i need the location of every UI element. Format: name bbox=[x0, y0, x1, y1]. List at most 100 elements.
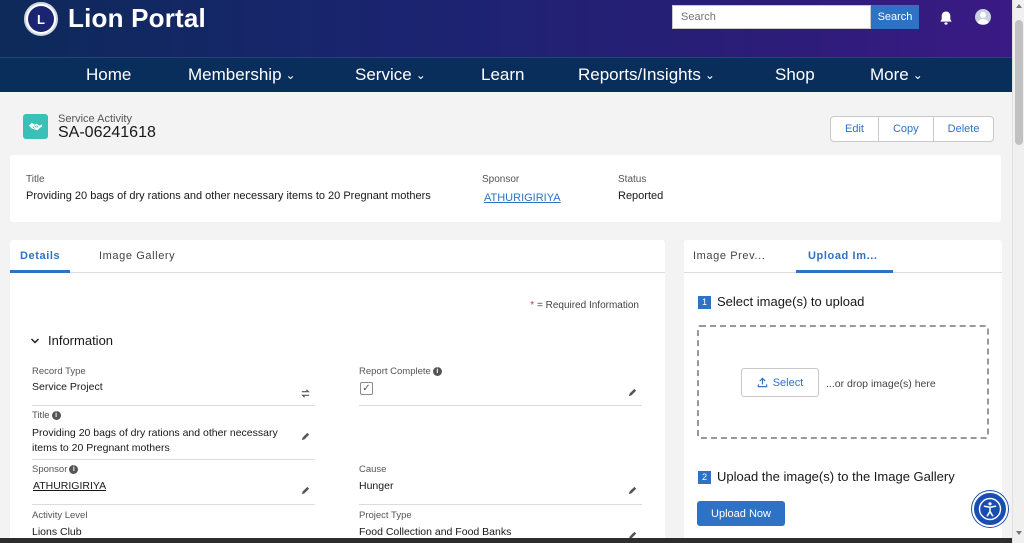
copy-button[interactable]: Copy bbox=[879, 117, 934, 141]
tab-image-gallery[interactable]: Image Gallery bbox=[99, 250, 175, 262]
highlights-panel: Title Providing 20 bags of dry rations a… bbox=[10, 155, 1001, 222]
search-input[interactable] bbox=[672, 5, 871, 29]
sponsor-label: Sponsor i bbox=[32, 464, 79, 475]
bell-icon[interactable] bbox=[938, 10, 954, 26]
handshake-icon bbox=[23, 114, 48, 139]
logo-letter: L bbox=[28, 6, 54, 32]
switch-icon[interactable] bbox=[300, 388, 311, 399]
upload-now-button[interactable]: Upload Now bbox=[697, 501, 785, 526]
page-scrollbar[interactable] bbox=[1012, 0, 1024, 543]
report-complete-label: Report Complete i bbox=[359, 366, 442, 377]
select-images-button[interactable]: Select bbox=[741, 368, 819, 397]
field-divider bbox=[359, 405, 642, 406]
highlight-status-value: Reported bbox=[618, 190, 664, 202]
nav-shop[interactable]: Shop bbox=[775, 65, 815, 85]
scroll-down-arrow[interactable] bbox=[1016, 531, 1022, 535]
report-complete-checkbox[interactable]: ✓ bbox=[360, 382, 373, 395]
nav-more[interactable]: More ⌄ bbox=[870, 65, 923, 85]
required-star: * bbox=[530, 300, 535, 311]
report-complete-label-text: Report Complete bbox=[359, 366, 431, 377]
tab-upload-images[interactable]: Upload Im... bbox=[808, 250, 878, 262]
main-nav: Home Membership ⌄ Service ⌄ Learn Reports/… bbox=[0, 57, 1012, 92]
user-icon[interactable] bbox=[975, 9, 991, 25]
nav-shop-label: Shop bbox=[775, 65, 815, 84]
record-actions: Edit Copy Delete bbox=[830, 116, 995, 142]
record-name: SA-06241618 bbox=[58, 124, 156, 141]
image-dropzone[interactable]: Select ...or drop image(s) here bbox=[697, 325, 989, 439]
scroll-up-arrow[interactable] bbox=[1016, 4, 1022, 8]
cause-label-text: Cause bbox=[359, 464, 387, 475]
section-information-header[interactable]: Information bbox=[30, 333, 113, 348]
search-button[interactable]: Search bbox=[871, 5, 919, 29]
nav-service-label: Service bbox=[355, 65, 412, 84]
title-value: Providing 20 bags of dry rations and oth… bbox=[32, 427, 278, 454]
highlight-status-label: Status bbox=[618, 174, 647, 185]
nav-membership[interactable]: Membership ⌄ bbox=[188, 65, 296, 85]
nav-home-label: Home bbox=[86, 65, 132, 84]
nav-learn-label: Learn bbox=[481, 65, 525, 84]
chevron-down-icon bbox=[31, 338, 39, 343]
record-type-label: Record Type bbox=[32, 366, 86, 377]
tab-image-preview[interactable]: Image Prev... bbox=[693, 250, 765, 262]
pencil-icon[interactable] bbox=[300, 485, 311, 496]
required-info-note: * = Required Information bbox=[530, 300, 639, 311]
step-2-number: 2 bbox=[698, 471, 711, 484]
record-type-value: Service Project bbox=[32, 381, 103, 393]
nav-home[interactable]: Home bbox=[86, 65, 131, 85]
lions-logo-icon[interactable]: L bbox=[24, 2, 58, 36]
activity-level-label: Activity Level bbox=[32, 510, 87, 521]
info-icon[interactable]: i bbox=[432, 367, 442, 376]
cause-label: Cause bbox=[359, 464, 386, 475]
top-header: L Lion Portal Search bbox=[0, 0, 1012, 57]
nav-reports-label: Reports/Insights bbox=[578, 65, 701, 84]
activity-level-label-text: Activity Level bbox=[32, 510, 88, 521]
highlight-sponsor-link[interactable]: ATHURIGIRIYA bbox=[484, 192, 561, 204]
field-divider bbox=[32, 405, 315, 406]
step-2-text: Upload the image(s) to the Image Gallery bbox=[717, 469, 955, 484]
accessibility-icon[interactable] bbox=[972, 491, 1008, 527]
step-2: 2 Upload the image(s) to the Image Galler… bbox=[698, 469, 955, 485]
nav-service[interactable]: Service ⌄ bbox=[355, 65, 426, 85]
title-label: Title i bbox=[32, 410, 61, 421]
drop-hint: ...or drop image(s) here bbox=[826, 378, 936, 390]
select-images-label: Select bbox=[772, 376, 804, 389]
field-divider bbox=[359, 504, 642, 505]
chevron-down-icon: ⌄ bbox=[285, 68, 296, 82]
upload-tabs: Image Prev... Upload Im... bbox=[684, 240, 1002, 273]
project-type-label: Project Type bbox=[359, 510, 412, 521]
upload-card: Image Prev... Upload Im... 1 Select image… bbox=[684, 240, 1002, 543]
section-information-title: Information bbox=[48, 333, 114, 348]
field-divider bbox=[32, 459, 315, 460]
brand-title[interactable]: Lion Portal bbox=[68, 3, 206, 34]
nav-reports[interactable]: Reports/Insights ⌄ bbox=[578, 65, 715, 85]
nav-more-label: More bbox=[870, 65, 909, 84]
active-tab-indicator bbox=[10, 270, 70, 273]
tab-details[interactable]: Details bbox=[20, 250, 60, 262]
chevron-down-icon: ⌄ bbox=[912, 68, 923, 82]
nav-membership-label: Membership bbox=[188, 65, 282, 84]
edit-button[interactable]: Edit bbox=[831, 117, 879, 141]
pencil-icon[interactable] bbox=[627, 387, 638, 398]
upload-icon bbox=[757, 377, 767, 388]
delete-button[interactable]: Delete bbox=[934, 117, 994, 141]
chevron-down-icon: ⌄ bbox=[704, 68, 715, 82]
highlight-sponsor-label: Sponsor bbox=[482, 174, 520, 185]
pencil-icon[interactable] bbox=[627, 485, 638, 496]
sponsor-link[interactable]: ATHURIGIRIYA bbox=[33, 479, 106, 494]
step-1: 1 Select image(s) to upload bbox=[698, 294, 864, 310]
sponsor-label-text: Sponsor bbox=[32, 464, 68, 475]
title-label-text: Title bbox=[32, 410, 50, 421]
info-icon[interactable]: i bbox=[69, 465, 79, 474]
step-1-text: Select image(s) to upload bbox=[717, 294, 865, 309]
record-type-label-text: Record Type bbox=[32, 366, 86, 377]
info-icon[interactable]: i bbox=[51, 411, 61, 420]
field-divider bbox=[32, 504, 315, 505]
scroll-thumb[interactable] bbox=[1015, 20, 1023, 145]
details-tabs: Details Image Gallery bbox=[10, 240, 665, 273]
nav-learn[interactable]: Learn bbox=[481, 65, 524, 85]
cause-value: Hunger bbox=[359, 480, 394, 492]
pencil-icon[interactable] bbox=[300, 431, 311, 442]
active-tab-indicator bbox=[796, 270, 893, 273]
os-taskbar bbox=[0, 538, 1012, 543]
step-1-number: 1 bbox=[698, 296, 711, 309]
